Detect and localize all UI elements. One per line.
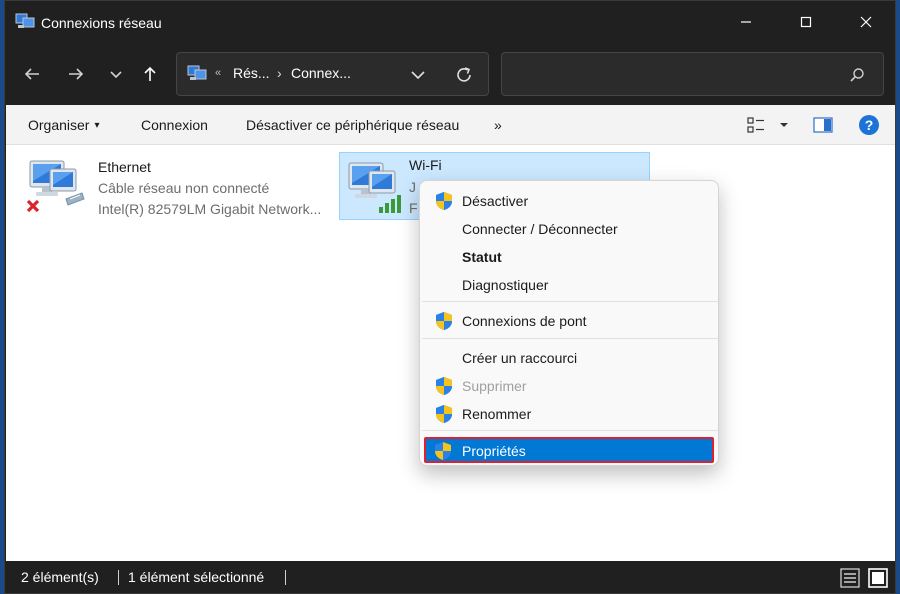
- selection-count: 1 élément sélectionné: [128, 569, 265, 585]
- change-view-icon[interactable]: [746, 115, 766, 135]
- context-menu: Désactiver Connecter / Déconnecter Statu…: [419, 180, 719, 466]
- menu-separator: [422, 301, 718, 302]
- explorer-window: Connexions réseau « Rés... › Connex... O…: [4, 0, 896, 594]
- navigation-bar: « Rés... › Connex...: [5, 43, 895, 105]
- organize-label: Organiser: [28, 117, 90, 133]
- forward-button[interactable]: [61, 59, 91, 89]
- breadcrumb-item[interactable]: Rés...: [233, 65, 270, 81]
- title-bar[interactable]: Connexions réseau: [5, 1, 895, 43]
- status-divider: [118, 570, 119, 585]
- menu-item-status[interactable]: Statut: [424, 243, 716, 271]
- status-bar: 2 élément(s) 1 élément sélectionné: [5, 561, 895, 593]
- address-bar[interactable]: « Rés... › Connex...: [176, 52, 489, 96]
- breadcrumb-separator[interactable]: ›: [277, 65, 282, 81]
- arrow-up-icon: [144, 66, 156, 81]
- network-connections-icon: [187, 65, 207, 80]
- uac-shield-icon: [434, 404, 454, 424]
- minimize-icon: [741, 21, 751, 23]
- wifi-adapter-icon: [345, 157, 401, 213]
- menu-item-disable[interactable]: Désactiver: [424, 187, 716, 215]
- back-button[interactable]: [17, 59, 47, 89]
- help-icon[interactable]: ?: [858, 114, 880, 136]
- arrow-left-icon: [24, 68, 39, 80]
- item-name: Wi-Fi: [409, 157, 442, 173]
- item-device: Intel(R) 82579LM Gigabit Network...: [98, 201, 322, 217]
- arrow-right-icon: [69, 68, 84, 80]
- menu-item-label: Connexions de pont: [462, 313, 587, 329]
- command-bar: Organiser ▾ Connexion Désactiver ce périp…: [6, 105, 895, 145]
- menu-item-label: Diagnostiquer: [462, 277, 549, 293]
- menu-item-bridge-connections[interactable]: Connexions de pont: [424, 307, 716, 335]
- item-device: F: [409, 200, 418, 216]
- window-title: Connexions réseau: [41, 15, 162, 31]
- menu-separator: [422, 430, 718, 431]
- search-icon[interactable]: [848, 66, 866, 84]
- menu-item-label: Désactiver: [462, 193, 529, 209]
- chevron-down-icon: [110, 71, 122, 79]
- menu-item-label: Connecter / Déconnecter: [462, 221, 618, 237]
- menu-item-label: Propriétés: [462, 443, 526, 459]
- help-label: ?: [865, 117, 874, 133]
- search-input[interactable]: [510, 63, 830, 85]
- refresh-icon[interactable]: [454, 65, 474, 85]
- item-status: Câble réseau non connecté: [98, 180, 270, 196]
- details-view-icon[interactable]: [839, 567, 861, 589]
- organize-menu-button[interactable]: Organiser ▾: [28, 117, 100, 133]
- item-status: J: [409, 179, 416, 195]
- preview-pane-icon[interactable]: [812, 115, 834, 135]
- recent-locations-button[interactable]: [101, 59, 131, 89]
- item-count: 2 élément(s): [21, 569, 99, 585]
- more-commands-button[interactable]: »: [494, 117, 502, 133]
- search-box[interactable]: [501, 52, 884, 96]
- maximize-button[interactable]: [783, 1, 829, 43]
- menu-item-label: Renommer: [462, 406, 532, 422]
- network-connections-icon: [15, 13, 35, 28]
- chevron-down-icon[interactable]: [409, 66, 427, 84]
- close-button[interactable]: [843, 1, 889, 43]
- status-divider: [285, 570, 286, 585]
- up-button[interactable]: [135, 59, 165, 89]
- caret-down-icon[interactable]: [776, 115, 792, 135]
- breadcrumb-item[interactable]: Connex...: [291, 65, 351, 81]
- network-item-ethernet[interactable]: Ethernet Câble réseau non connecté Intel…: [24, 153, 324, 219]
- menu-item-label: Créer un raccourci: [462, 350, 578, 366]
- disable-device-button[interactable]: Désactiver ce périphérique réseau: [246, 117, 459, 133]
- menu-separator: [422, 338, 718, 339]
- caret-down-icon: ▾: [94, 120, 100, 131]
- menu-item-create-shortcut[interactable]: Créer un raccourci: [424, 344, 716, 372]
- menu-item-label: Supprimer: [462, 378, 527, 394]
- menu-item-properties[interactable]: Propriétés: [424, 437, 714, 463]
- menu-item-rename[interactable]: Renommer: [424, 400, 716, 428]
- uac-shield-icon: [434, 191, 454, 211]
- uac-shield-icon: [434, 376, 454, 396]
- breadcrumb-overflow[interactable]: «: [215, 67, 221, 79]
- menu-item-label: Statut: [462, 249, 502, 265]
- uac-shield-icon: [434, 311, 454, 331]
- large-icons-view-icon[interactable]: [867, 567, 889, 589]
- menu-item-delete: Supprimer: [424, 372, 716, 400]
- connect-button[interactable]: Connexion: [141, 117, 208, 133]
- menu-item-connect-disconnect[interactable]: Connecter / Déconnecter: [424, 215, 716, 243]
- item-name: Ethernet: [98, 159, 151, 175]
- uac-shield-icon: [433, 441, 453, 461]
- ethernet-adapter-icon: [26, 155, 85, 213]
- close-icon: [860, 16, 872, 28]
- minimize-button[interactable]: [723, 1, 769, 43]
- menu-item-diagnose[interactable]: Diagnostiquer: [424, 271, 716, 299]
- maximize-icon: [800, 16, 812, 28]
